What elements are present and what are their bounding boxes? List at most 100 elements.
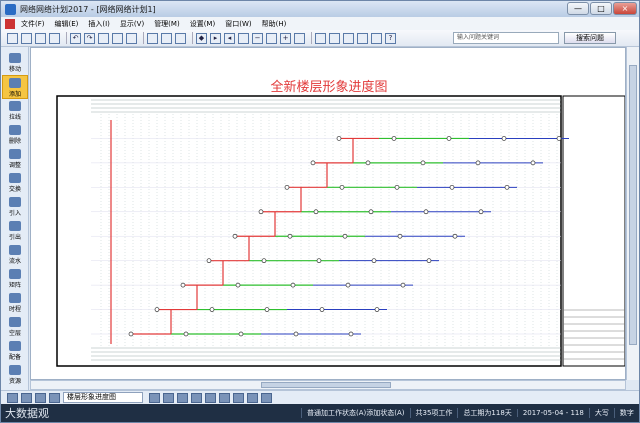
tool-label: 配备 [8, 354, 21, 361]
help-icon[interactable]: ? [385, 32, 396, 44]
tool-4[interactable]: 调整 [2, 147, 28, 171]
frame-icon[interactable] [315, 32, 326, 44]
distribute-icon[interactable] [238, 32, 249, 44]
print-icon[interactable] [49, 32, 60, 44]
tool-12[interactable]: 配备 [2, 339, 28, 363]
grid-icon[interactable] [98, 32, 109, 44]
event-node [183, 331, 189, 337]
split-icon[interactable]: ▸ [210, 32, 221, 44]
event-node [397, 233, 403, 239]
search-button[interactable]: 搜索问题 [564, 32, 616, 44]
tool-6[interactable]: 引入 [2, 195, 28, 219]
layout-icon[interactable] [175, 32, 186, 44]
tool-g-icon[interactable] [233, 392, 244, 403]
horizontal-scroll-thumb[interactable] [261, 382, 391, 388]
event-node [336, 136, 342, 141]
fullscreen-icon[interactable] [294, 32, 305, 44]
adjust-icon [9, 149, 21, 159]
tool-a-icon[interactable] [149, 392, 160, 403]
view-timescale-icon[interactable] [35, 392, 46, 403]
view-bar: 楼层形象进度图 [1, 390, 639, 404]
search-input[interactable]: 输入问题关键词 [453, 32, 559, 44]
new-file-icon[interactable] [7, 32, 18, 44]
view-network-icon[interactable] [7, 392, 18, 403]
app-menu-icon[interactable] [5, 18, 15, 29]
horizontal-scrollbar[interactable] [30, 380, 626, 390]
app-icon [5, 3, 16, 15]
drawing-canvas[interactable]: 全新楼层形象进度图 [30, 47, 626, 380]
tool-label: 交换 [8, 186, 21, 193]
menu-window[interactable]: 窗口(W) [225, 19, 251, 29]
save-icon[interactable] [35, 32, 46, 44]
maximize-button[interactable]: □ [590, 2, 612, 15]
view-floor-icon[interactable] [49, 392, 60, 403]
event-node [342, 233, 348, 239]
tool-e-icon[interactable] [205, 392, 216, 403]
tool-13[interactable]: 资源 [2, 363, 28, 387]
tool-c-icon[interactable] [177, 392, 188, 403]
zoom-out-icon[interactable]: − [252, 32, 263, 44]
redo-icon[interactable]: ↷ [84, 32, 95, 44]
toolbar-divider [311, 32, 312, 44]
arrow-left-right-icon[interactable]: ◆ [196, 32, 207, 44]
tool-7[interactable]: 引出 [2, 219, 28, 243]
tool-f-icon[interactable] [219, 392, 230, 403]
menu-edit[interactable]: 编辑(E) [55, 19, 79, 29]
tool-d-icon[interactable] [191, 392, 202, 403]
menu-bar: 文件(F) 编辑(E) 插入(I) 显示(V) 管理(M) 设置(M) 窗口(W… [1, 17, 639, 30]
view-gantt-icon[interactable] [21, 392, 32, 403]
status-date: 2017-05-04 - 118 [516, 409, 589, 417]
tool-8[interactable]: 流水 [2, 243, 28, 267]
menu-insert[interactable]: 插入(I) [88, 19, 110, 29]
tool-h-icon[interactable] [247, 392, 258, 403]
close-button[interactable]: × [613, 2, 637, 15]
page-setup-icon[interactable] [329, 32, 340, 44]
tool-2[interactable]: 拉线 [2, 99, 28, 123]
view-select[interactable]: 楼层形象进度图 [63, 392, 143, 403]
fit-icon[interactable] [266, 32, 277, 44]
tool-10[interactable]: 时程 [2, 291, 28, 315]
calendar-icon[interactable] [161, 32, 172, 44]
table-icon[interactable] [112, 32, 123, 44]
vertical-scrollbar[interactable] [626, 47, 639, 380]
open-folder-icon[interactable] [21, 32, 32, 44]
tool-label: 资源 [8, 378, 21, 385]
align-icon[interactable]: ◂ [224, 32, 235, 44]
tool-1[interactable]: 添加 [2, 75, 28, 99]
camera-icon[interactable] [343, 32, 354, 44]
event-node [446, 136, 452, 141]
eye-icon[interactable] [357, 32, 368, 44]
tool-i-icon[interactable] [261, 392, 272, 403]
event-node [310, 160, 316, 166]
event-node [180, 282, 186, 288]
menu-help[interactable]: 帮助(H) [262, 19, 287, 29]
undo-icon[interactable]: ↶ [70, 32, 81, 44]
tool-0[interactable]: 移动 [2, 51, 28, 75]
chart-icon[interactable] [126, 32, 137, 44]
swap-icon [9, 173, 21, 183]
filter-icon[interactable] [147, 32, 158, 44]
menu-settings[interactable]: 设置(M) [190, 19, 216, 29]
tool-11[interactable]: 空层 [2, 315, 28, 339]
event-node [365, 160, 371, 166]
menu-view[interactable]: 显示(V) [120, 19, 144, 29]
event-node [452, 233, 458, 239]
export-image-icon[interactable] [371, 32, 382, 44]
minimize-button[interactable]: — [567, 2, 589, 15]
export-icon [9, 221, 21, 231]
event-node [374, 307, 380, 312]
event-node [371, 258, 377, 264]
event-node [128, 331, 134, 337]
zoom-in-icon[interactable]: + [280, 32, 291, 44]
window-title: 网络网络计划2017 - [网络网络计划1] [20, 4, 156, 14]
event-node [345, 282, 351, 288]
tool-5[interactable]: 交换 [2, 171, 28, 195]
vertical-scroll-thumb[interactable] [629, 65, 637, 345]
menu-file[interactable]: 文件(F) [21, 19, 45, 29]
tool-b-icon[interactable] [163, 392, 174, 403]
tool-label: 拉线 [8, 114, 21, 121]
tool-3[interactable]: 删除 [2, 123, 28, 147]
tool-9[interactable]: 矩阵 [2, 267, 28, 291]
menu-manage[interactable]: 管理(M) [154, 19, 180, 29]
tool-label: 矩阵 [8, 282, 21, 289]
